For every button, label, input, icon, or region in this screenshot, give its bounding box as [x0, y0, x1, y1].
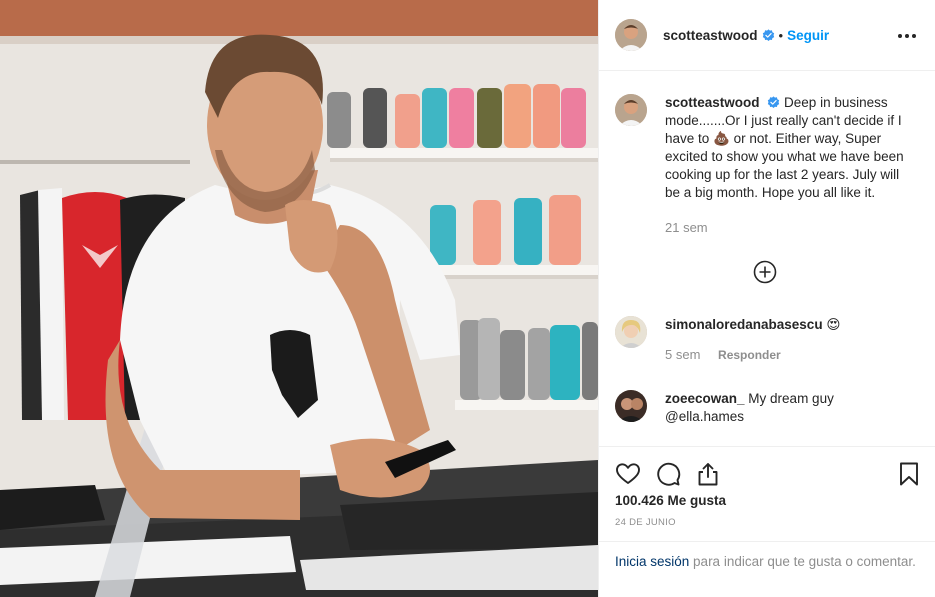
verified-badge-icon	[768, 96, 780, 109]
commenter-avatar[interactable]	[615, 316, 647, 348]
heart-icon[interactable]	[615, 461, 641, 487]
caption-time[interactable]: 21 sem	[665, 220, 708, 235]
post-date[interactable]: 24 DE JUNIO	[615, 517, 919, 528]
comment-meta: 5 sem Responder	[665, 346, 915, 364]
instagram-post: scotteastwood • Seguir scotteastwood Dee…	[0, 0, 935, 597]
post-header: scotteastwood • Seguir	[599, 0, 935, 71]
poop-emoji-icon: 💩	[713, 131, 730, 146]
header-separator: •	[778, 27, 784, 43]
plus-circle-icon[interactable]	[753, 260, 777, 284]
login-prompt-text: para indicar que te gusta o comentar.	[689, 554, 916, 569]
post-sidebar: scotteastwood • Seguir scotteastwood Dee…	[598, 0, 935, 597]
follow-button[interactable]: Seguir	[787, 28, 829, 43]
commenter-avatar[interactable]	[615, 390, 647, 422]
caption-username[interactable]: scotteastwood	[665, 95, 760, 110]
comment-username[interactable]: zoeecowan_	[665, 391, 745, 406]
comments-list[interactable]: scotteastwood Deep in business mode.....…	[599, 72, 935, 446]
caption-avatar[interactable]	[615, 94, 647, 126]
caption-meta: 21 sem	[665, 219, 915, 237]
bookmark-icon[interactable]	[896, 461, 922, 487]
comment-body: zoeecowan_ My dream guy @ella.hames	[665, 390, 915, 426]
reply-button[interactable]: Responder	[718, 348, 781, 362]
author-username[interactable]: scotteastwood	[663, 28, 758, 43]
share-icon[interactable]	[695, 461, 721, 487]
comment-body: simonaloredanabasescu 😍 5 sem Responder	[665, 316, 915, 364]
comment-icon[interactable]	[655, 461, 681, 487]
comment-item: simonaloredanabasescu 😍 5 sem Responder	[615, 316, 915, 364]
comment-item: zoeecowan_ My dream guy @ella.hames	[615, 390, 915, 426]
caption-body: scotteastwood Deep in business mode.....…	[665, 94, 915, 237]
post-actions: 100.426 Me gusta 24 DE JUNIO	[599, 446, 935, 528]
post-photo[interactable]	[0, 0, 598, 597]
comment-text: 😍	[826, 317, 841, 332]
login-link[interactable]: Inicia sesión	[615, 554, 689, 569]
comment-username[interactable]: simonaloredanabasescu	[665, 317, 823, 332]
comment-time[interactable]: 5 sem	[665, 347, 700, 362]
author-avatar[interactable]	[615, 19, 647, 51]
photo-illustration	[0, 0, 598, 597]
more-options-icon[interactable]	[895, 24, 919, 48]
likes-count[interactable]: 100.426 Me gusta	[615, 493, 919, 508]
verified-badge-icon	[762, 28, 774, 41]
caption: scotteastwood Deep in business mode.....…	[615, 94, 915, 237]
login-prompt: Inicia sesión para indicar que te gusta …	[599, 541, 935, 597]
